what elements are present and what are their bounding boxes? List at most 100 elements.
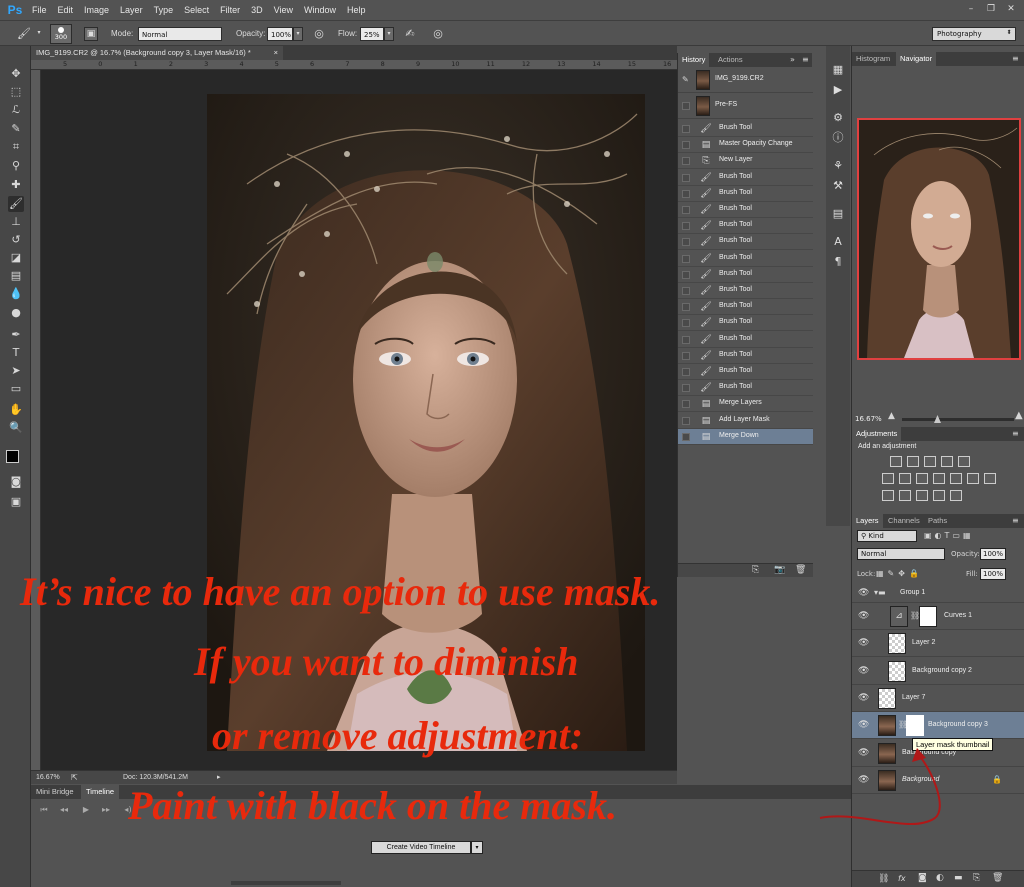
layer-opacity-input[interactable]: 100% (980, 548, 1006, 560)
history-step[interactable]: 🖌 Brush Tool (678, 348, 813, 364)
eye-icon[interactable]: 👁 (858, 611, 869, 621)
status-zoom[interactable]: 16.67% (36, 774, 60, 781)
menu-view[interactable]: View (274, 5, 293, 15)
vibrance-icon[interactable] (958, 456, 970, 467)
menu-layer[interactable]: Layer (120, 5, 143, 15)
share-icon[interactable]: ⇱ (71, 773, 78, 782)
layer-row[interactable]: 👁 Background copy 2 (852, 658, 1024, 685)
photo-filter-icon[interactable] (933, 473, 945, 484)
panel-menu-icon[interactable]: ≡ (1012, 429, 1019, 438)
threshold-icon[interactable] (916, 490, 928, 501)
eraser-tool-icon[interactable]: ◪ (8, 250, 24, 266)
layer-row[interactable]: 👁 ▾▬ Group 1 (852, 585, 1024, 603)
new-layer-icon[interactable]: ⎘ (973, 873, 980, 883)
history-step[interactable]: ⎘ New Layer (678, 153, 813, 170)
history-step[interactable]: ▤ Merge Down (678, 428, 813, 445)
minimize-button[interactable]: – (964, 3, 978, 15)
history-step[interactable]: 🖌 Brush Tool (678, 251, 813, 267)
tab-history[interactable]: History (678, 53, 710, 67)
history-step[interactable]: 🖌 Brush Tool (678, 170, 813, 186)
tab-timeline[interactable]: Timeline (81, 785, 120, 799)
exposure-icon[interactable] (941, 456, 953, 467)
path-selection-tool-icon[interactable]: ➤ (8, 363, 24, 379)
history-step[interactable]: 🖌 Brush Tool (678, 283, 813, 299)
history-brush-tool-icon[interactable]: ↺ (8, 232, 24, 248)
delete-state-icon[interactable]: 🗑 (795, 565, 806, 575)
menu-filter[interactable]: Filter (220, 5, 240, 15)
layer-row[interactable]: 👁 Layer 2 (852, 630, 1024, 658)
opacity-dropdown[interactable]: ▾ (293, 27, 303, 41)
menu-select[interactable]: Select (184, 5, 209, 15)
menu-help[interactable]: Help (347, 5, 366, 15)
history-source-box[interactable] (682, 173, 690, 182)
eye-icon[interactable]: 👁 (858, 693, 869, 703)
history-source-box[interactable] (682, 206, 690, 214)
collapse-icon[interactable]: » (790, 55, 795, 64)
curves-icon[interactable] (924, 456, 936, 467)
history-step[interactable]: 🖌 Brush Tool (678, 364, 813, 380)
create-video-timeline-button[interactable]: Create Video Timeline (371, 841, 471, 854)
color-panel-icon[interactable]: ▦ (830, 62, 846, 78)
new-snapshot-icon[interactable]: 📷 (774, 565, 785, 575)
history-step[interactable]: ▤ Merge Layers (678, 396, 813, 413)
screen-mode-icon[interactable]: ▣ (8, 494, 24, 510)
create-timeline-dropdown[interactable]: ▾ (471, 841, 483, 854)
black-white-icon[interactable] (916, 473, 928, 484)
color-balance-icon[interactable] (899, 473, 911, 484)
blur-tool-icon[interactable]: 💧 (8, 286, 24, 302)
zoom-out-icon[interactable]: ▲ (888, 411, 895, 421)
history-source-box[interactable] (682, 141, 690, 150)
clone-stamp-tool-icon[interactable]: ⊥ (8, 214, 24, 230)
link-layers-icon[interactable]: ⛓ (878, 874, 889, 884)
history-source-box[interactable] (682, 287, 690, 295)
next-frame-icon[interactable]: ▸▸ (99, 805, 113, 817)
hand-tool-icon[interactable]: ✋ (8, 402, 24, 418)
new-group-folder-icon[interactable]: ▬ (954, 873, 963, 883)
history-source-box[interactable] (682, 238, 690, 247)
history-source-box[interactable] (682, 368, 690, 376)
history-step[interactable]: 🖌 Brush Tool (678, 218, 813, 235)
history-step[interactable]: 🖌 Brush Tool (678, 234, 813, 251)
tab-paths[interactable]: Paths (924, 514, 951, 528)
posterize-icon[interactable] (899, 490, 911, 501)
panel-menu-icon[interactable]: ≡ (1012, 516, 1019, 525)
layer-fill-input[interactable]: 100% (980, 568, 1006, 580)
info-icon[interactable]: ⓘ (830, 130, 846, 146)
quick-mask-icon[interactable]: ◙ (8, 474, 24, 490)
eye-icon[interactable]: 👁 (858, 666, 869, 676)
flow-dropdown[interactable]: ▾ (384, 27, 394, 41)
eye-icon[interactable]: 👁 (858, 588, 869, 598)
tool-presets-icon[interactable]: ⚒ (830, 178, 846, 194)
foreground-color-swatch[interactable] (6, 450, 19, 463)
type-tool-icon[interactable]: T (8, 345, 24, 361)
healing-brush-tool-icon[interactable]: ✚ (8, 177, 24, 193)
invert-icon[interactable] (882, 490, 894, 501)
status-menu-arrow-icon[interactable]: ▸ (217, 773, 221, 781)
history-step[interactable]: 🖌 Brush Tool (678, 380, 813, 397)
history-source-box[interactable] (682, 270, 690, 279)
marquee-tool-icon[interactable]: ⬚ (8, 84, 24, 100)
new-document-from-state-icon[interactable]: ⎘ (752, 565, 759, 575)
color-lookup-icon[interactable] (967, 473, 979, 484)
snapshot-row[interactable]: ✎ IMG_9199.CR2 (678, 67, 813, 93)
menu-3d[interactable]: 3D (251, 5, 263, 15)
snapshot-row[interactable]: Pre-FS (678, 93, 813, 119)
paragraph-panel-icon[interactable]: ¶ (830, 254, 846, 270)
zoom-in-icon[interactable]: ▲ (1015, 410, 1023, 421)
document-tab[interactable]: IMG_9199.CR2 @ 16.7% (Background copy 3,… (31, 46, 283, 60)
move-tool-icon[interactable]: ✥ (8, 66, 24, 82)
properties-icon[interactable]: ⚙ (830, 110, 846, 126)
channel-mixer-icon[interactable] (950, 473, 962, 484)
layer-thumbnail[interactable] (888, 660, 906, 682)
menu-window[interactable]: Window (304, 5, 336, 15)
prev-frame-icon[interactable]: ◂◂ (57, 805, 71, 817)
close-document-icon[interactable]: × (274, 46, 278, 60)
history-source-box[interactable] (682, 384, 690, 393)
history-step[interactable]: ▤ Add Layer Mask (678, 413, 813, 429)
brightness-contrast-icon[interactable] (890, 456, 902, 467)
brush-tool-icon-active[interactable]: 🖌 (8, 196, 24, 212)
tab-layers[interactable]: Layers (852, 514, 883, 528)
panel-menu-icon[interactable]: ≡ (1012, 54, 1019, 63)
history-step[interactable]: 🖌 Brush Tool (678, 315, 813, 332)
layer-thumbnail[interactable] (878, 715, 896, 737)
